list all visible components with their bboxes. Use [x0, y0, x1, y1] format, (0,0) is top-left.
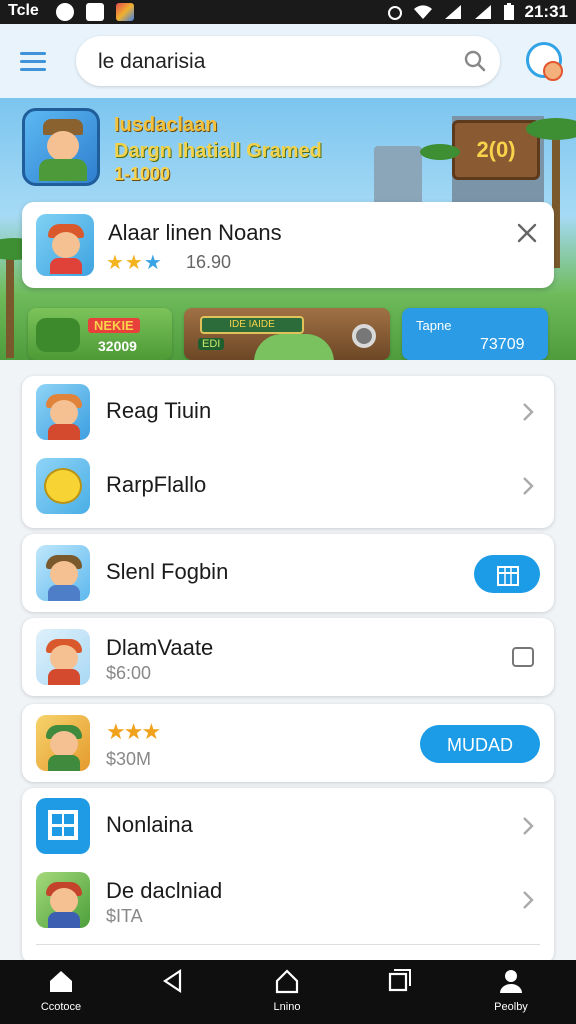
search-input[interactable]: [96, 46, 460, 78]
home-icon: [50, 971, 72, 992]
photo-icon: [86, 3, 104, 21]
nav-home[interactable]: Ccotoce: [16, 968, 106, 1013]
app-icon: [116, 3, 134, 21]
promo-value: 73709: [480, 336, 525, 353]
status-time: 21:31: [524, 2, 568, 21]
nav-label: Peolby: [494, 1001, 528, 1013]
search-icon[interactable]: [464, 50, 486, 72]
list-item[interactable]: De daclniad $ITA: [22, 864, 554, 936]
carrier-label: Tcle: [8, 2, 39, 19]
chevron-right-icon: [523, 817, 534, 835]
game-thumbnail: [36, 384, 90, 440]
recents-icon: [388, 969, 411, 992]
promo-tag: Tapne: [416, 318, 452, 333]
list-card: Slenl Fogbin: [22, 534, 554, 612]
menu-icon[interactable]: [20, 52, 46, 71]
list-card: Reag Tiuin RarpFlallo: [22, 376, 554, 528]
promo-value: 32009: [98, 338, 137, 354]
nav-label: Ccotoce: [40, 1001, 82, 1013]
chevron-right-icon: [523, 891, 534, 909]
notification-icon: [56, 3, 74, 21]
signal-icon: [444, 5, 461, 19]
list-card: ★★★ $30M MUDAD: [22, 704, 554, 782]
chevron-right-icon: [523, 403, 534, 421]
app-header: [0, 24, 576, 98]
promo-tag: IDE IAIDE: [200, 316, 304, 334]
list-item-price: $6:00: [106, 663, 152, 683]
game-thumbnail: [36, 458, 90, 514]
nav-label: Lnino: [273, 1001, 301, 1013]
divider: [36, 944, 540, 945]
profile-icon: [500, 970, 522, 993]
calendar-icon: [497, 566, 519, 587]
rating-stars: ★★★: [106, 252, 163, 274]
close-icon[interactable]: [516, 222, 538, 244]
select-checkbox[interactable]: [512, 647, 534, 667]
palm-tree: [6, 248, 14, 358]
avatar-icon[interactable]: [526, 42, 563, 81]
alarm-icon: [387, 6, 402, 20]
game-icon[interactable]: [22, 108, 100, 186]
banner-subtitle: Dargn Ihatiall Gramed: [114, 140, 322, 162]
list-card: Nonlaina De daclniad $ITA: [22, 788, 554, 964]
promo-label: EDI: [198, 338, 225, 350]
list-item-label: Nonlaina: [106, 812, 193, 837]
signal-2-icon: [474, 5, 491, 19]
list-item-label: De daclniad: [106, 878, 223, 903]
game-thumbnail: [36, 545, 90, 601]
promo-tile[interactable]: IDE IAIDE EDI: [184, 308, 390, 360]
gear-icon: [352, 324, 376, 348]
list-item-label: Reag Tiuin: [106, 398, 212, 423]
battery-icon: [503, 3, 514, 20]
rating-stars: ★★★: [106, 719, 161, 744]
grid-icon: [36, 798, 90, 854]
promo-tile[interactable]: Tapne 73709: [402, 308, 548, 360]
list-item-label: DlamVaate: [106, 635, 214, 660]
search-bar[interactable]: [76, 36, 500, 86]
game-thumbnail: [36, 629, 90, 685]
list-item[interactable]: DlamVaate $6:00: [22, 621, 554, 693]
promo-tile[interactable]: NEKIE 32009: [28, 308, 172, 360]
game-thumbnail: [36, 214, 94, 276]
nav-recents[interactable]: [354, 968, 444, 999]
banner-number: 1-1000: [114, 164, 171, 184]
nav-home-center[interactable]: Lnino: [242, 968, 332, 1013]
back-icon: [163, 968, 182, 994]
chevron-right-icon: [523, 477, 534, 495]
banner-title: Iusdaclaan: [114, 114, 218, 136]
wifi-icon: [413, 5, 432, 19]
promo-tag: NEKIE: [88, 318, 140, 333]
list-item-label: Slenl Fogbin: [106, 559, 229, 584]
notification-title: Alaar linen Noans: [108, 220, 282, 245]
status-bar: Tcle 21:31: [0, 0, 576, 24]
list-item-price: $30M: [106, 749, 152, 769]
calendar-button[interactable]: [474, 555, 540, 593]
list-item[interactable]: Nonlaina: [22, 790, 554, 862]
house-outline-icon: [275, 969, 299, 994]
list-item-label: RarpFlallo: [106, 472, 207, 497]
list-item[interactable]: Reag Tiuin: [22, 376, 554, 448]
nav-profile[interactable]: Peolby: [466, 968, 556, 1013]
rating-count: 16.90: [186, 252, 232, 272]
game-thumbnail: [36, 715, 90, 771]
game-thumbnail: [36, 872, 90, 928]
action-button[interactable]: MUDAD: [420, 725, 540, 763]
list-item[interactable]: RarpFlallo: [22, 450, 554, 522]
list-item[interactable]: ★★★ $30M MUDAD: [22, 707, 554, 779]
list-item-price: $ITA: [106, 906, 143, 926]
bottom-navigation: Ccotoce Lnino Peolby: [0, 960, 576, 1024]
notification-card[interactable]: Alaar linen Noans ★★★ 16.90: [22, 202, 554, 288]
list-card: DlamVaate $6:00: [22, 618, 554, 696]
nav-back[interactable]: [128, 968, 218, 999]
list-item[interactable]: Slenl Fogbin: [22, 537, 554, 609]
